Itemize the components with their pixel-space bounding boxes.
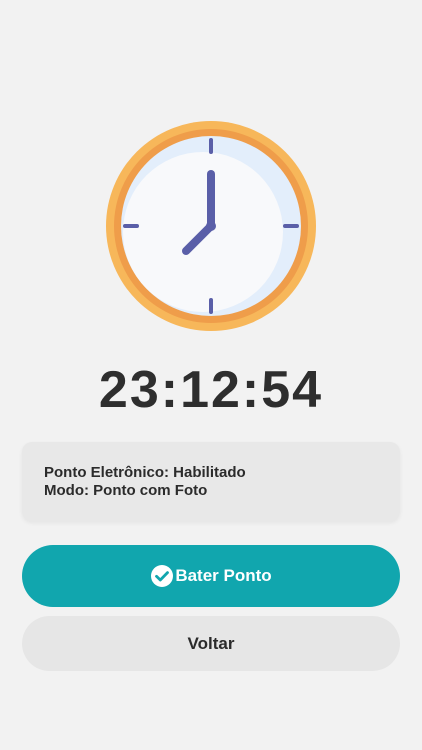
status-electronic-point: Ponto Eletrônico: Habilitado — [44, 464, 246, 481]
bater-ponto-label: Bater Ponto — [175, 566, 272, 585]
analog-clock-icon — [105, 120, 317, 332]
check-circle-icon — [150, 564, 174, 588]
bater-ponto-button[interactable]: Bater Ponto — [22, 545, 400, 607]
status-mode: Modo: Ponto com Foto — [44, 482, 208, 499]
screen: 23:12:54 Ponto Eletrônico: Habilitado Mo… — [0, 0, 422, 750]
clock-time: 23:12:54 — [98, 361, 324, 419]
status-card: Ponto Eletrônico: Habilitado Modo: Ponto… — [22, 442, 400, 521]
voltar-label: Voltar — [187, 633, 235, 653]
voltar-button[interactable]: Voltar — [22, 616, 400, 671]
